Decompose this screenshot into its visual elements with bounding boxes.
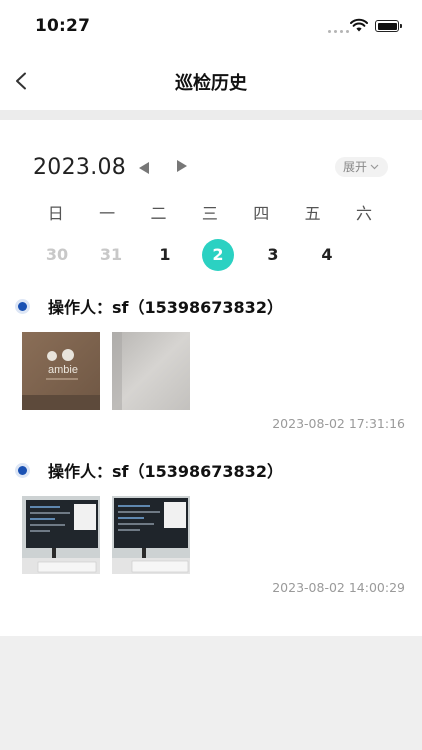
section-divider bbox=[0, 110, 422, 120]
record-time: 2023-08-02 17:31:16 bbox=[272, 416, 405, 431]
expand-label: 展开 bbox=[343, 160, 368, 174]
nav-bar: 巡检历史 bbox=[0, 52, 422, 110]
weekday-label: 一 bbox=[99, 204, 116, 223]
photo-list: ambie bbox=[22, 332, 190, 410]
weekday-row: 日 一 二 三 四 五 六 bbox=[30, 200, 390, 224]
weekday-label: 二 bbox=[150, 204, 167, 223]
timeline-dot-icon bbox=[18, 302, 27, 311]
weekday-label: 日 bbox=[47, 204, 64, 223]
date-cell[interactable]: 31 bbox=[84, 238, 138, 272]
page-title: 巡检历史 bbox=[175, 73, 247, 94]
next-month-icon[interactable] bbox=[177, 160, 187, 172]
signal-icon bbox=[328, 30, 349, 33]
inspection-photo[interactable] bbox=[112, 496, 190, 574]
chevron-down-icon bbox=[370, 164, 379, 170]
date-cell[interactable]: 4 bbox=[300, 238, 354, 272]
prev-month-icon[interactable] bbox=[139, 162, 149, 174]
inspection-photo[interactable] bbox=[22, 496, 100, 574]
history-card: 2023.08 展开 日 一 二 三 四 五 六 30 31 1 2 3 4 操… bbox=[0, 120, 422, 636]
date-cell[interactable]: 3 bbox=[246, 238, 300, 272]
timeline-dot-icon bbox=[18, 466, 27, 475]
month-label: 2023.08 bbox=[33, 155, 127, 180]
selected-date-badge: 2 bbox=[202, 239, 234, 271]
weekday-label: 四 bbox=[253, 204, 270, 223]
operator-label: 操作人：sf（15398673832） bbox=[48, 462, 283, 481]
status-time: 10:27 bbox=[35, 16, 91, 36]
photo-brand-text: ambie bbox=[48, 364, 78, 376]
status-bar: 10:27 bbox=[0, 0, 422, 52]
battery-icon bbox=[375, 20, 402, 32]
weekday-label: 三 bbox=[201, 204, 218, 223]
date-cell[interactable]: 1 bbox=[138, 238, 192, 272]
weekday-label: 五 bbox=[304, 204, 321, 223]
inspection-photo[interactable]: ambie bbox=[22, 332, 100, 410]
operator-label: 操作人：sf（15398673832） bbox=[48, 298, 283, 317]
date-row: 30 31 1 2 3 4 bbox=[30, 238, 390, 272]
inspection-photo[interactable] bbox=[112, 332, 190, 410]
wifi-icon bbox=[350, 18, 368, 32]
date-cell[interactable]: 30 bbox=[30, 238, 84, 272]
weekday-label: 六 bbox=[356, 204, 373, 223]
date-cell-selected[interactable]: 2 bbox=[192, 238, 246, 272]
expand-button[interactable]: 展开 bbox=[335, 157, 389, 177]
record-time: 2023-08-02 14:00:29 bbox=[272, 580, 405, 595]
photo-list bbox=[22, 496, 190, 574]
